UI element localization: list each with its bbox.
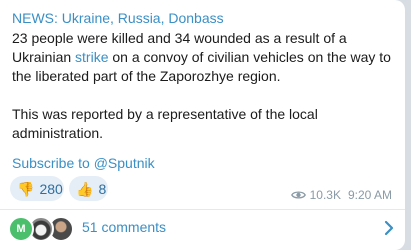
post-title[interactable]: NEWS: Ukraine, Russia, Donbass [12, 10, 224, 26]
subscribe-link[interactable]: Subscribe to @Sputnik [12, 155, 155, 171]
post-body: 23 people were killed and 34 wounded as … [12, 29, 404, 143]
chevron-right-icon [384, 220, 394, 236]
reaction-thumbs-down[interactable]: 👎 280 [10, 176, 64, 201]
strike-link[interactable]: strike [75, 49, 108, 65]
eye-icon [290, 191, 306, 199]
view-count: 10.3K [309, 188, 341, 202]
thumbs-down-icon: 👎 [17, 180, 35, 197]
message-bubble: NEWS: Ukraine, Russia, Donbass 23 people… [0, 0, 405, 250]
post-paragraph-2: This was reported by a representative of… [12, 106, 318, 141]
thumbs-up-icon: 👍 [76, 180, 94, 197]
comments-label: 51 comments [82, 219, 167, 235]
message-time: 9:20 AM [347, 188, 392, 202]
message-meta: 10.3K 9:20 AM [290, 188, 392, 202]
reaction-count: 280 [39, 180, 63, 197]
post-paragraph-1: 23 people were killed and 34 wounded as … [12, 29, 404, 86]
avatar: M [8, 216, 34, 242]
comments-button[interactable]: M 51 comments [0, 210, 405, 250]
reaction-count: 8 [98, 180, 107, 197]
reaction-thumbs-up[interactable]: 👍 8 [69, 176, 108, 201]
